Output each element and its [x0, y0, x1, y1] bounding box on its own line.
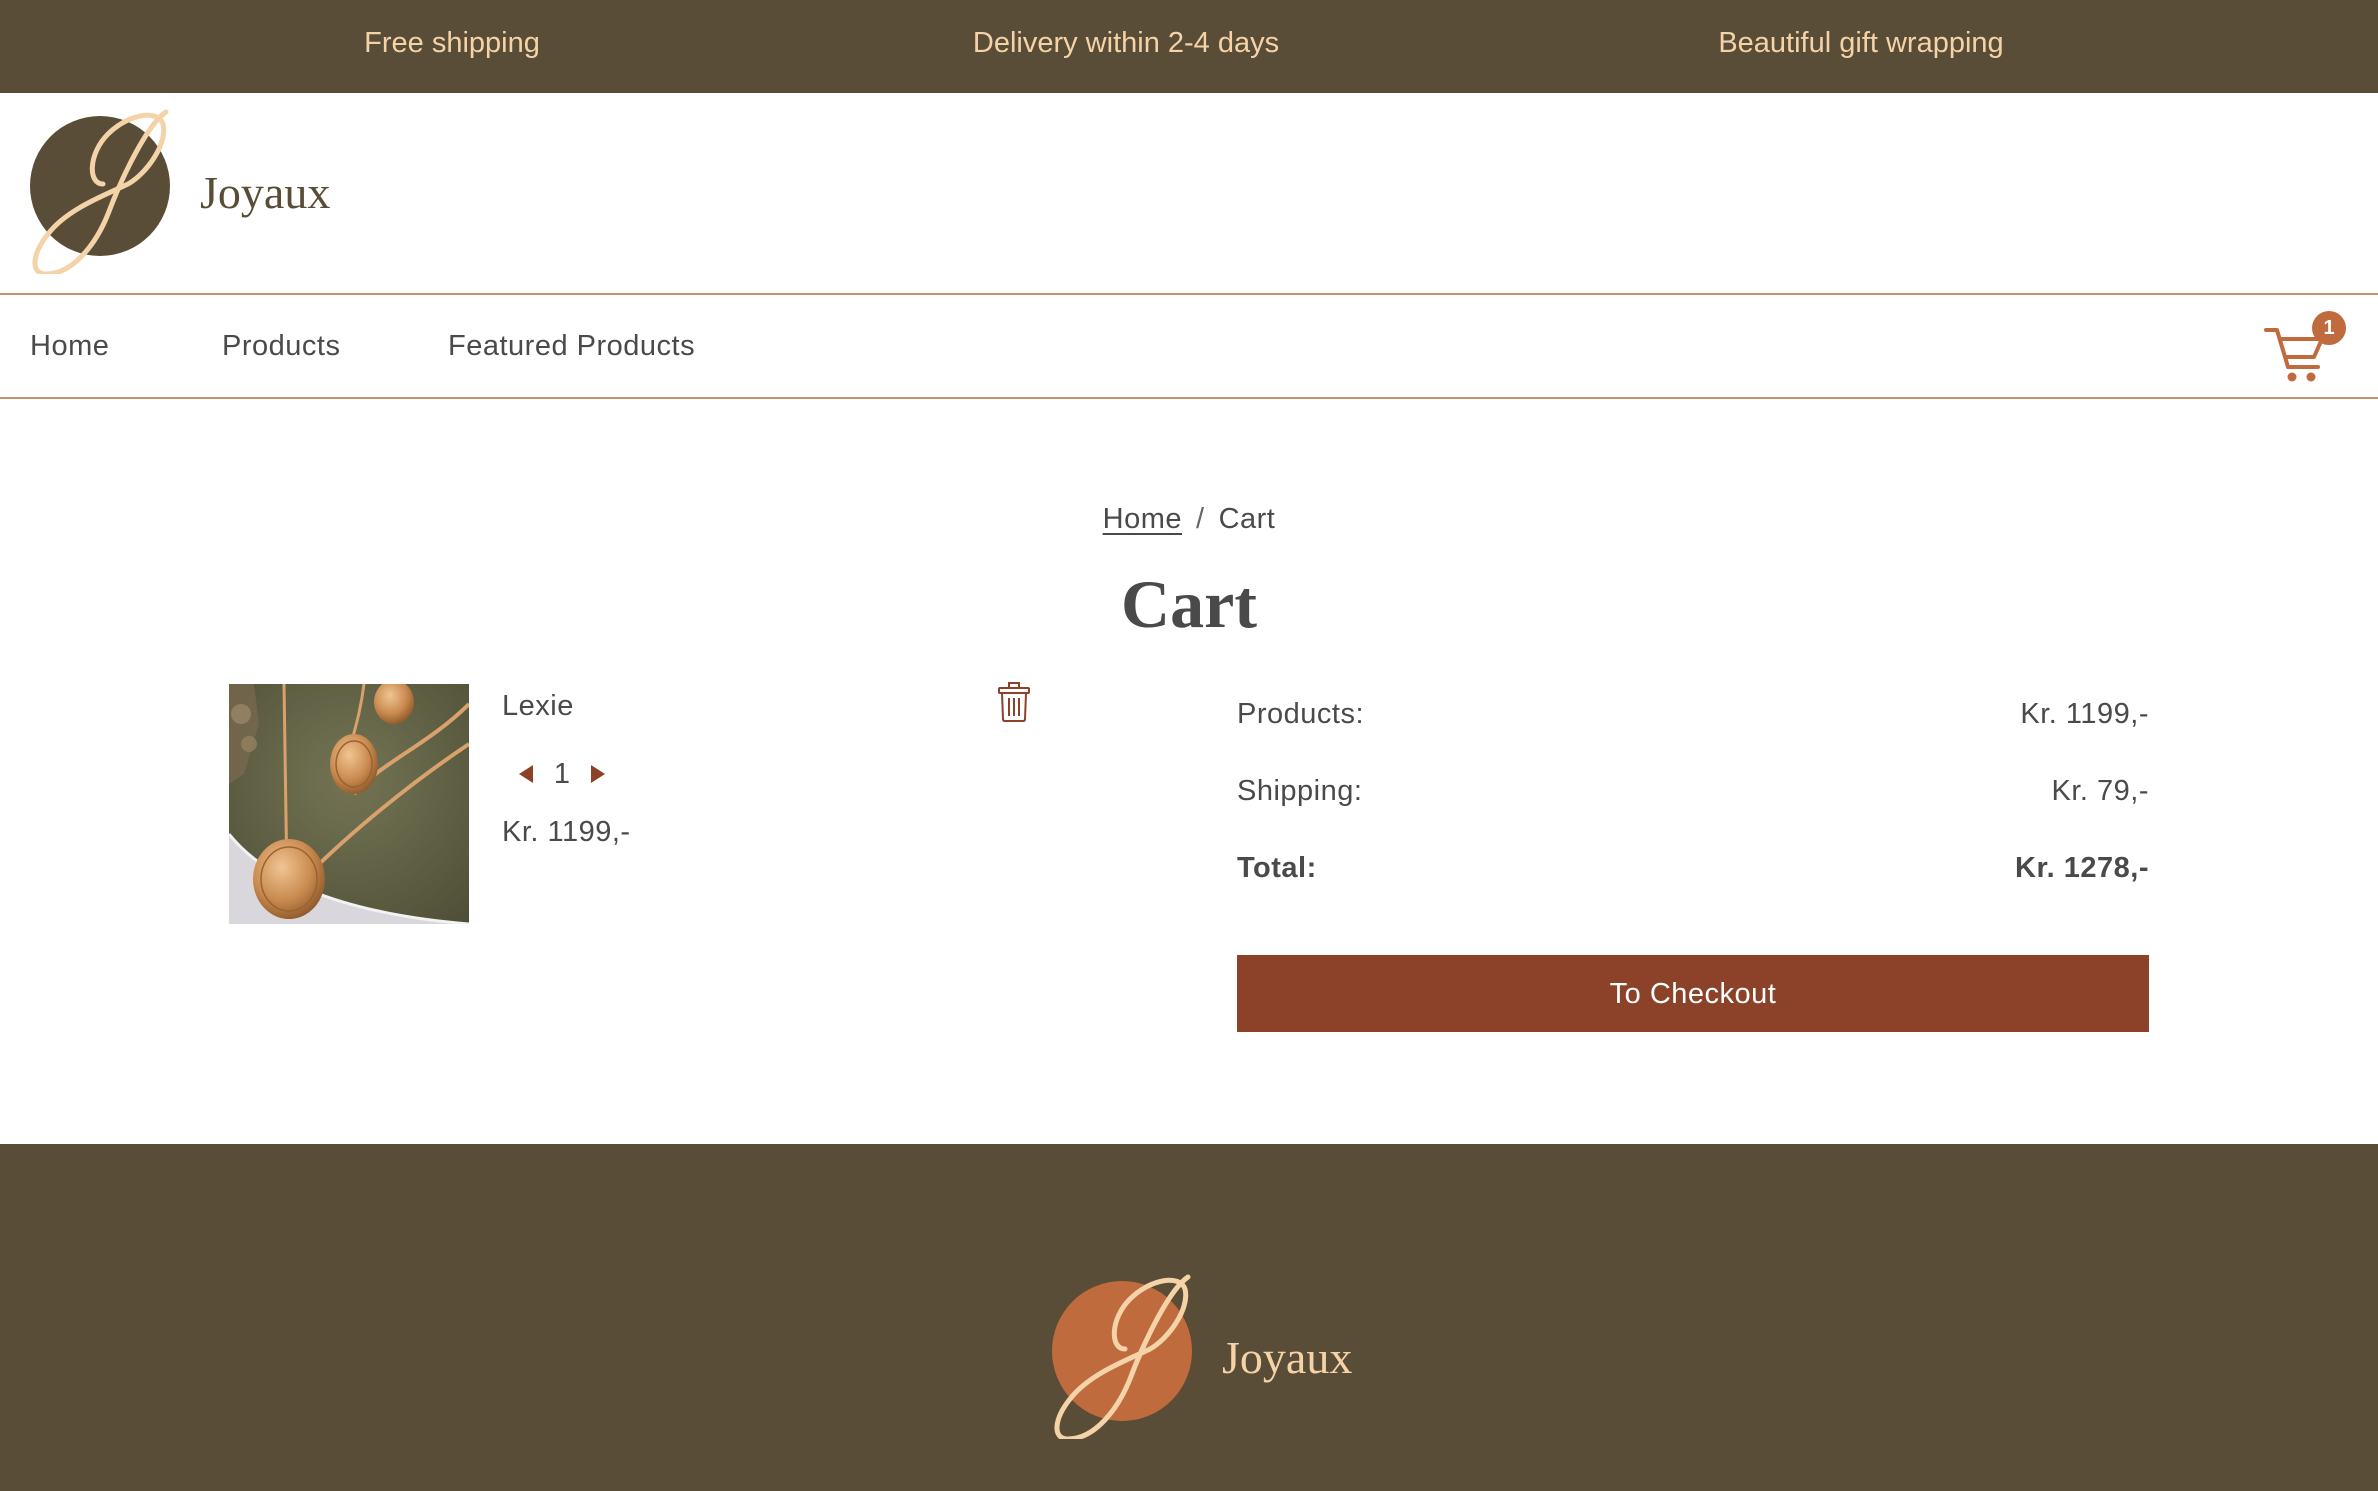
- quantity-stepper: 1: [512, 752, 612, 796]
- logo-monogram-icon: [30, 109, 170, 277]
- increase-quantity-button[interactable]: [584, 754, 612, 794]
- decrease-quantity-button[interactable]: [512, 754, 540, 794]
- breadcrumb: Home / Cart: [0, 503, 2378, 536]
- product-price: Kr. 1199,-: [502, 816, 631, 848]
- breadcrumb-separator: /: [1196, 503, 1205, 535]
- checkout-button[interactable]: To Checkout: [1237, 955, 2149, 1032]
- triangle-right-icon: [591, 765, 605, 783]
- summary-products-row: Products: Kr. 1199,-: [1237, 694, 2149, 771]
- total-label: Total:: [1237, 852, 1317, 884]
- product-image[interactable]: [229, 684, 469, 924]
- footer-logo-wordmark: Joyaux: [1222, 1332, 1353, 1383]
- product-name: Lexie: [502, 690, 574, 722]
- header-logo[interactable]: Joyaux: [28, 104, 330, 277]
- nav-featured-products[interactable]: Featured Products: [448, 295, 695, 397]
- summary-total-row: Total: Kr. 1278,-: [1237, 848, 2149, 925]
- footer: Joyaux: [0, 1144, 2378, 1491]
- summary-shipping-row: Shipping: Kr. 79,-: [1237, 771, 2149, 848]
- nav-home[interactable]: Home: [30, 295, 109, 397]
- banner-free-shipping: Free shipping: [364, 27, 540, 59]
- shipping-value: Kr. 79,-: [2051, 775, 2149, 807]
- total-value: Kr. 1278,-: [2015, 852, 2149, 884]
- page-title: Cart: [1121, 566, 1257, 642]
- breadcrumb-current: Cart: [1218, 503, 1276, 535]
- quantity-value: 1: [553, 757, 571, 790]
- cart-count-badge: 1: [2312, 311, 2346, 345]
- products-label: Products:: [1237, 698, 1364, 730]
- top-banner: Free shipping Delivery within 2-4 days B…: [0, 0, 2378, 93]
- remove-item-button[interactable]: [997, 681, 1031, 723]
- products-value: Kr. 1199,-: [2020, 698, 2149, 730]
- footer-logo[interactable]: Joyaux: [1050, 1269, 1352, 1442]
- shipping-label: Shipping:: [1237, 775, 1363, 807]
- banner-gift-wrapping: Beautiful gift wrapping: [1718, 27, 2004, 59]
- gold-coin-necklaces-photo: [229, 684, 469, 924]
- nav-products[interactable]: Products: [222, 295, 340, 397]
- order-summary: Products: Kr. 1199,- Shipping: Kr. 79,- …: [1237, 694, 2149, 925]
- logo-monogram-icon: [1052, 1274, 1192, 1442]
- cart-button[interactable]: 1: [2262, 305, 2352, 385]
- logo-wordmark: Joyaux: [200, 167, 331, 218]
- main-nav: Home Products Featured Products 1: [0, 293, 2378, 399]
- banner-delivery: Delivery within 2-4 days: [972, 27, 1280, 59]
- triangle-left-icon: [519, 765, 533, 783]
- trash-icon: [998, 682, 1030, 722]
- breadcrumb-home-link[interactable]: Home: [1103, 503, 1182, 535]
